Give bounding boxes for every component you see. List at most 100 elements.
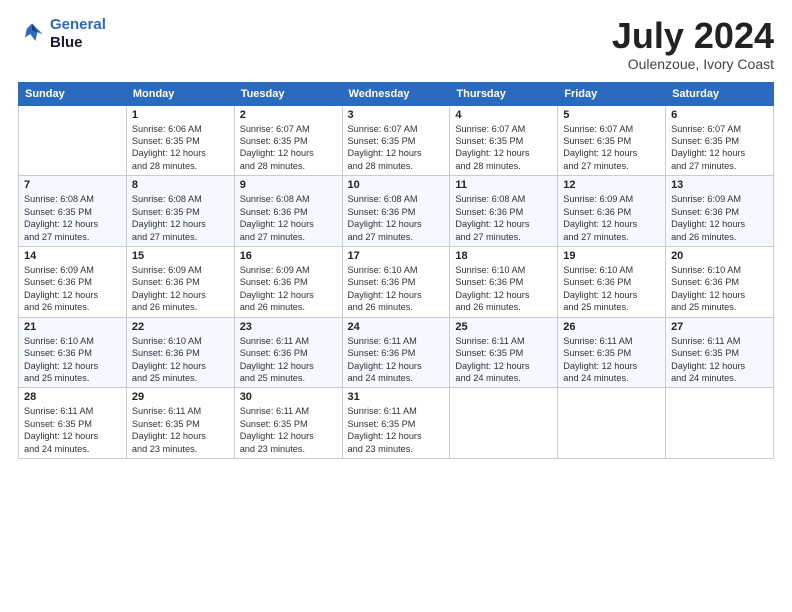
calendar-cell: 20 Sunrise: 6:10 AMSunset: 6:36 PMDayligh…	[666, 246, 774, 317]
cell-day-info: Sunrise: 6:07 AMSunset: 6:35 PMDaylight:…	[240, 123, 337, 173]
cell-day-number: 23	[240, 321, 337, 333]
cell-day-info: Sunrise: 6:10 AMSunset: 6:36 PMDaylight:…	[563, 264, 660, 314]
logo: General Blue	[18, 16, 106, 52]
cell-day-info: Sunrise: 6:11 AMSunset: 6:35 PMDaylight:…	[563, 335, 660, 385]
calendar-cell: 17 Sunrise: 6:10 AMSunset: 6:36 PMDayligh…	[342, 246, 450, 317]
cell-day-number: 7	[24, 179, 121, 191]
calendar-cell: 16 Sunrise: 6:09 AMSunset: 6:36 PMDayligh…	[234, 246, 342, 317]
calendar-day-header: Sunday	[19, 82, 127, 105]
calendar-week-row: 1Sunrise: 6:06 AMSunset: 6:35 PMDaylight…	[19, 105, 774, 176]
calendar-cell: 15 Sunrise: 6:09 AMSunset: 6:36 PMDayligh…	[126, 246, 234, 317]
cell-day-info: Sunrise: 6:11 AMSunset: 6:35 PMDaylight:…	[24, 405, 121, 455]
logo-text: General Blue	[50, 16, 106, 52]
cell-day-number: 6	[671, 109, 768, 121]
cell-day-info: Sunrise: 6:11 AMSunset: 6:36 PMDaylight:…	[240, 335, 337, 385]
calendar-header-row: SundayMondayTuesdayWednesdayThursdayFrid…	[19, 82, 774, 105]
calendar-cell: 22 Sunrise: 6:10 AMSunset: 6:36 PMDayligh…	[126, 317, 234, 388]
cell-day-info: Sunrise: 6:10 AMSunset: 6:36 PMDaylight:…	[24, 335, 121, 385]
calendar-day-header: Wednesday	[342, 82, 450, 105]
cell-day-number: 15	[132, 250, 229, 262]
cell-day-number: 21	[24, 321, 121, 333]
logo-icon	[18, 20, 46, 48]
cell-day-number: 3	[348, 109, 445, 121]
calendar-cell	[19, 105, 127, 176]
calendar-cell: 2 Sunrise: 6:07 AMSunset: 6:35 PMDaylight…	[234, 105, 342, 176]
calendar-day-header: Thursday	[450, 82, 558, 105]
cell-day-info: Sunrise: 6:08 AMSunset: 6:36 PMDaylight:…	[348, 193, 445, 243]
cell-day-info: Sunrise: 6:07 AMSunset: 6:35 PMDaylight:…	[563, 123, 660, 173]
cell-day-number: 10	[348, 179, 445, 191]
cell-day-number: 16	[240, 250, 337, 262]
calendar-cell: 18 Sunrise: 6:10 AMSunset: 6:36 PMDayligh…	[450, 246, 558, 317]
cell-day-number: 31	[348, 391, 445, 403]
calendar-cell: 30 Sunrise: 6:11 AMSunset: 6:35 PMDayligh…	[234, 388, 342, 459]
cell-day-info: Sunrise: 6:11 AMSunset: 6:35 PMDaylight:…	[240, 405, 337, 455]
cell-day-number: 2	[240, 109, 337, 121]
cell-day-info: Sunrise: 6:06 AMSunset: 6:35 PMDaylight:…	[132, 123, 229, 173]
cell-day-number: 8	[132, 179, 229, 191]
cell-day-number: 24	[348, 321, 445, 333]
calendar-cell: 28 Sunrise: 6:11 AMSunset: 6:35 PMDayligh…	[19, 388, 127, 459]
cell-day-info: Sunrise: 6:08 AMSunset: 6:35 PMDaylight:…	[24, 193, 121, 243]
cell-day-info: Sunrise: 6:10 AMSunset: 6:36 PMDaylight:…	[132, 335, 229, 385]
cell-day-info: Sunrise: 6:09 AMSunset: 6:36 PMDaylight:…	[240, 264, 337, 314]
cell-day-number: 17	[348, 250, 445, 262]
cell-day-info: Sunrise: 6:10 AMSunset: 6:36 PMDaylight:…	[671, 264, 768, 314]
cell-day-info: Sunrise: 6:11 AMSunset: 6:35 PMDaylight:…	[671, 335, 768, 385]
calendar-week-row: 21 Sunrise: 6:10 AMSunset: 6:36 PMDayligh…	[19, 317, 774, 388]
calendar-cell: 23 Sunrise: 6:11 AMSunset: 6:36 PMDayligh…	[234, 317, 342, 388]
cell-day-info: Sunrise: 6:11 AMSunset: 6:35 PMDaylight:…	[455, 335, 552, 385]
cell-day-info: Sunrise: 6:11 AMSunset: 6:35 PMDaylight:…	[348, 405, 445, 455]
cell-day-number: 28	[24, 391, 121, 403]
calendar-cell: 6Sunrise: 6:07 AMSunset: 6:35 PMDaylight…	[666, 105, 774, 176]
calendar-cell: 9Sunrise: 6:08 AMSunset: 6:36 PMDaylight…	[234, 176, 342, 247]
calendar-week-row: 7 Sunrise: 6:08 AMSunset: 6:35 PMDaylight…	[19, 176, 774, 247]
cell-day-number: 22	[132, 321, 229, 333]
calendar-cell: 25 Sunrise: 6:11 AMSunset: 6:35 PMDayligh…	[450, 317, 558, 388]
calendar-day-header: Friday	[558, 82, 666, 105]
calendar-cell: 19 Sunrise: 6:10 AMSunset: 6:36 PMDayligh…	[558, 246, 666, 317]
calendar-cell: 14 Sunrise: 6:09 AMSunset: 6:36 PMDayligh…	[19, 246, 127, 317]
calendar-day-header: Saturday	[666, 82, 774, 105]
cell-day-number: 12	[563, 179, 660, 191]
cell-day-info: Sunrise: 6:09 AMSunset: 6:36 PMDaylight:…	[671, 193, 768, 243]
calendar-cell: 5 Sunrise: 6:07 AMSunset: 6:35 PMDaylight…	[558, 105, 666, 176]
cell-day-number: 5	[563, 109, 660, 121]
calendar-table: SundayMondayTuesdayWednesdayThursdayFrid…	[18, 82, 774, 459]
calendar-cell	[450, 388, 558, 459]
cell-day-number: 9	[240, 179, 337, 191]
cell-day-info: Sunrise: 6:08 AMSunset: 6:35 PMDaylight:…	[132, 193, 229, 243]
cell-day-number: 20	[671, 250, 768, 262]
title-location: Oulenzoue, Ivory Coast	[612, 56, 774, 72]
cell-day-info: Sunrise: 6:09 AMSunset: 6:36 PMDaylight:…	[24, 264, 121, 314]
calendar-cell: 27 Sunrise: 6:11 AMSunset: 6:35 PMDayligh…	[666, 317, 774, 388]
cell-day-number: 13	[671, 179, 768, 191]
calendar-cell: 29Sunrise: 6:11 AMSunset: 6:35 PMDayligh…	[126, 388, 234, 459]
cell-day-number: 4	[455, 109, 552, 121]
calendar-cell: 11Sunrise: 6:08 AMSunset: 6:36 PMDayligh…	[450, 176, 558, 247]
calendar-cell: 31 Sunrise: 6:11 AMSunset: 6:35 PMDayligh…	[342, 388, 450, 459]
calendar-cell: 10 Sunrise: 6:08 AMSunset: 6:36 PMDayligh…	[342, 176, 450, 247]
cell-day-info: Sunrise: 6:08 AMSunset: 6:36 PMDaylight:…	[455, 193, 552, 243]
cell-day-number: 27	[671, 321, 768, 333]
cell-day-number: 19	[563, 250, 660, 262]
cell-day-number: 18	[455, 250, 552, 262]
cell-day-number: 30	[240, 391, 337, 403]
cell-day-number: 26	[563, 321, 660, 333]
cell-day-info: Sunrise: 6:10 AMSunset: 6:36 PMDaylight:…	[455, 264, 552, 314]
title-month: July 2024	[612, 16, 774, 56]
cell-day-number: 14	[24, 250, 121, 262]
calendar-cell: 13 Sunrise: 6:09 AMSunset: 6:36 PMDayligh…	[666, 176, 774, 247]
cell-day-info: Sunrise: 6:07 AMSunset: 6:35 PMDaylight:…	[455, 123, 552, 173]
calendar-cell: 26 Sunrise: 6:11 AMSunset: 6:35 PMDayligh…	[558, 317, 666, 388]
cell-day-info: Sunrise: 6:10 AMSunset: 6:36 PMDaylight:…	[348, 264, 445, 314]
calendar-cell	[666, 388, 774, 459]
cell-day-info: Sunrise: 6:09 AMSunset: 6:36 PMDaylight:…	[563, 193, 660, 243]
cell-day-info: Sunrise: 6:11 AMSunset: 6:35 PMDaylight:…	[132, 405, 229, 455]
calendar-cell: 3Sunrise: 6:07 AMSunset: 6:35 PMDaylight…	[342, 105, 450, 176]
calendar-cell: 4 Sunrise: 6:07 AMSunset: 6:35 PMDaylight…	[450, 105, 558, 176]
cell-day-number: 25	[455, 321, 552, 333]
cell-day-info: Sunrise: 6:11 AMSunset: 6:36 PMDaylight:…	[348, 335, 445, 385]
cell-day-info: Sunrise: 6:09 AMSunset: 6:36 PMDaylight:…	[132, 264, 229, 314]
calendar-cell: 1Sunrise: 6:06 AMSunset: 6:35 PMDaylight…	[126, 105, 234, 176]
